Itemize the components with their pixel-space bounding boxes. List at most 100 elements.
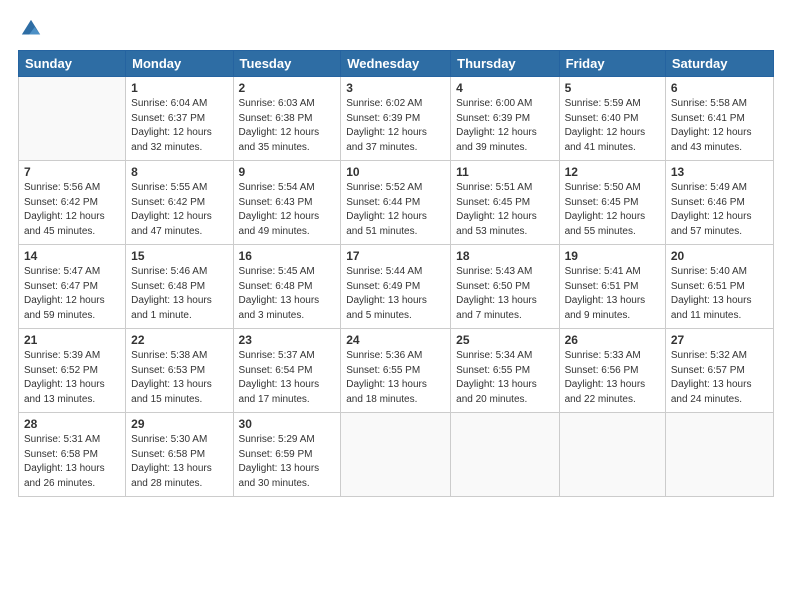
day-number: 20 [671,249,768,263]
day-cell-22: 22 Sunrise: 5:38 AMSunset: 6:53 PMDayligh… [126,329,233,413]
day-number: 3 [346,81,445,95]
day-number: 1 [131,81,227,95]
calendar-table: SundayMondayTuesdayWednesdayThursdayFrid… [18,50,774,497]
day-cell-16: 16 Sunrise: 5:45 AMSunset: 6:48 PMDayligh… [233,245,341,329]
day-cell-6: 6 Sunrise: 5:58 AMSunset: 6:41 PMDaylight… [665,77,773,161]
day-number: 7 [24,165,120,179]
day-cell-3: 3 Sunrise: 6:02 AMSunset: 6:39 PMDaylight… [341,77,451,161]
day-number: 12 [565,165,660,179]
day-cell-2: 2Sunrise: 6:03 AMSunset: 6:38 PMDaylight… [233,77,341,161]
day-cell-10: 10 Sunrise: 5:52 AMSunset: 6:44 PMDayligh… [341,161,451,245]
day-info: Sunrise: 5:59 AMSunset: 6:40 PMDaylight:… [565,97,660,155]
day-number: 9 [239,165,336,179]
day-info: Sunrise: 5:36 AMSunset: 6:55 PMDaylight:… [346,349,445,407]
day-info: Sunrise: 5:33 AMSunset: 6:56 PMDaylight:… [565,349,660,407]
day-info: Sunrise: 5:34 AMSunset: 6:55 PMDaylight:… [456,349,553,407]
day-cell-20: 20 Sunrise: 5:40 AMSunset: 6:51 PMDayligh… [665,245,773,329]
day-info: Sunrise: 5:44 AMSunset: 6:49 PMDaylight:… [346,265,445,323]
day-number: 19 [565,249,660,263]
day-info: Sunrise: 5:47 AMSunset: 6:47 PMDaylight:… [24,265,120,323]
day-info: Sunrise: 5:50 AMSunset: 6:45 PMDaylight:… [565,181,660,239]
day-info: Sunrise: 5:40 AMSunset: 6:51 PMDaylight:… [671,265,768,323]
day-cell-empty-3 [341,413,451,497]
day-cell-empty-6 [665,413,773,497]
day-info: Sunrise: 5:31 AMSunset: 6:58 PMDaylight:… [24,433,120,491]
day-info: Sunrise: 5:30 AMSunset: 6:58 PMDaylight:… [131,433,227,491]
day-cell-7: 7 Sunrise: 5:56 AMSunset: 6:42 PMDaylight… [19,161,126,245]
week-row-2: 7 Sunrise: 5:56 AMSunset: 6:42 PMDaylight… [19,161,774,245]
day-cell-empty-5 [559,413,665,497]
day-info: Sunrise: 5:58 AMSunset: 6:41 PMDaylight:… [671,97,768,155]
day-cell-29: 29 Sunrise: 5:30 AMSunset: 6:58 PMDayligh… [126,413,233,497]
week-row-4: 21 Sunrise: 5:39 AMSunset: 6:52 PMDayligh… [19,329,774,413]
day-number: 24 [346,333,445,347]
weekday-header-friday: Friday [559,51,665,77]
day-cell-25: 25Sunrise: 5:34 AMSunset: 6:55 PMDayligh… [451,329,559,413]
day-info: Sunrise: 6:03 AMSunset: 6:38 PMDaylight:… [239,97,336,155]
day-cell-21: 21 Sunrise: 5:39 AMSunset: 6:52 PMDayligh… [19,329,126,413]
day-cell-30: 30 Sunrise: 5:29 AMSunset: 6:59 PMDayligh… [233,413,341,497]
day-cell-8: 8 Sunrise: 5:55 AMSunset: 6:42 PMDaylight… [126,161,233,245]
day-info: Sunrise: 5:32 AMSunset: 6:57 PMDaylight:… [671,349,768,407]
day-number: 15 [131,249,227,263]
day-number: 18 [456,249,553,263]
day-number: 28 [24,417,120,431]
day-number: 21 [24,333,120,347]
day-number: 10 [346,165,445,179]
day-cell-12: 12 Sunrise: 5:50 AMSunset: 6:45 PMDayligh… [559,161,665,245]
day-info: Sunrise: 5:51 AMSunset: 6:45 PMDaylight:… [456,181,553,239]
day-info: Sunrise: 5:56 AMSunset: 6:42 PMDaylight:… [24,181,120,239]
weekday-header-row: SundayMondayTuesdayWednesdayThursdayFrid… [19,51,774,77]
day-info: Sunrise: 5:39 AMSunset: 6:52 PMDaylight:… [24,349,120,407]
day-info: Sunrise: 6:04 AMSunset: 6:37 PMDaylight:… [131,97,227,155]
day-number: 23 [239,333,336,347]
day-number: 29 [131,417,227,431]
day-number: 30 [239,417,336,431]
weekday-header-thursday: Thursday [451,51,559,77]
day-cell-empty-4 [451,413,559,497]
day-info: Sunrise: 5:43 AMSunset: 6:50 PMDaylight:… [456,265,553,323]
day-number: 27 [671,333,768,347]
day-info: Sunrise: 6:02 AMSunset: 6:39 PMDaylight:… [346,97,445,155]
day-cell-13: 13 Sunrise: 5:49 AMSunset: 6:46 PMDayligh… [665,161,773,245]
day-number: 8 [131,165,227,179]
week-row-5: 28 Sunrise: 5:31 AMSunset: 6:58 PMDayligh… [19,413,774,497]
day-info: Sunrise: 5:55 AMSunset: 6:42 PMDaylight:… [131,181,227,239]
day-number: 22 [131,333,227,347]
day-info: Sunrise: 6:00 AMSunset: 6:39 PMDaylight:… [456,97,553,155]
day-cell-17: 17 Sunrise: 5:44 AMSunset: 6:49 PMDayligh… [341,245,451,329]
day-number: 17 [346,249,445,263]
day-number: 13 [671,165,768,179]
day-number: 14 [24,249,120,263]
day-cell-1: 1 Sunrise: 6:04 AMSunset: 6:37 PMDaylight… [126,77,233,161]
day-info: Sunrise: 5:54 AMSunset: 6:43 PMDaylight:… [239,181,336,239]
day-number: 26 [565,333,660,347]
day-info: Sunrise: 5:29 AMSunset: 6:59 PMDaylight:… [239,433,336,491]
day-cell-26: 26 Sunrise: 5:33 AMSunset: 6:56 PMDayligh… [559,329,665,413]
day-number: 16 [239,249,336,263]
day-info: Sunrise: 5:41 AMSunset: 6:51 PMDaylight:… [565,265,660,323]
day-cell-27: 27 Sunrise: 5:32 AMSunset: 6:57 PMDayligh… [665,329,773,413]
day-number: 11 [456,165,553,179]
day-info: Sunrise: 5:45 AMSunset: 6:48 PMDaylight:… [239,265,336,323]
day-number: 6 [671,81,768,95]
day-cell-5: 5 Sunrise: 5:59 AMSunset: 6:40 PMDaylight… [559,77,665,161]
day-cell-14: 14 Sunrise: 5:47 AMSunset: 6:47 PMDayligh… [19,245,126,329]
day-info: Sunrise: 5:37 AMSunset: 6:54 PMDaylight:… [239,349,336,407]
day-info: Sunrise: 5:49 AMSunset: 6:46 PMDaylight:… [671,181,768,239]
day-cell-empty-0 [19,77,126,161]
week-row-3: 14 Sunrise: 5:47 AMSunset: 6:47 PMDayligh… [19,245,774,329]
weekday-header-wednesday: Wednesday [341,51,451,77]
weekday-header-sunday: Sunday [19,51,126,77]
page-header [18,18,774,40]
day-number: 5 [565,81,660,95]
day-cell-28: 28 Sunrise: 5:31 AMSunset: 6:58 PMDayligh… [19,413,126,497]
logo [18,18,42,40]
week-row-1: 1 Sunrise: 6:04 AMSunset: 6:37 PMDaylight… [19,77,774,161]
day-number: 4 [456,81,553,95]
day-info: Sunrise: 5:52 AMSunset: 6:44 PMDaylight:… [346,181,445,239]
day-cell-9: 9 Sunrise: 5:54 AMSunset: 6:43 PMDaylight… [233,161,341,245]
weekday-header-tuesday: Tuesday [233,51,341,77]
day-info: Sunrise: 5:38 AMSunset: 6:53 PMDaylight:… [131,349,227,407]
day-cell-15: 15Sunrise: 5:46 AMSunset: 6:48 PMDayligh… [126,245,233,329]
